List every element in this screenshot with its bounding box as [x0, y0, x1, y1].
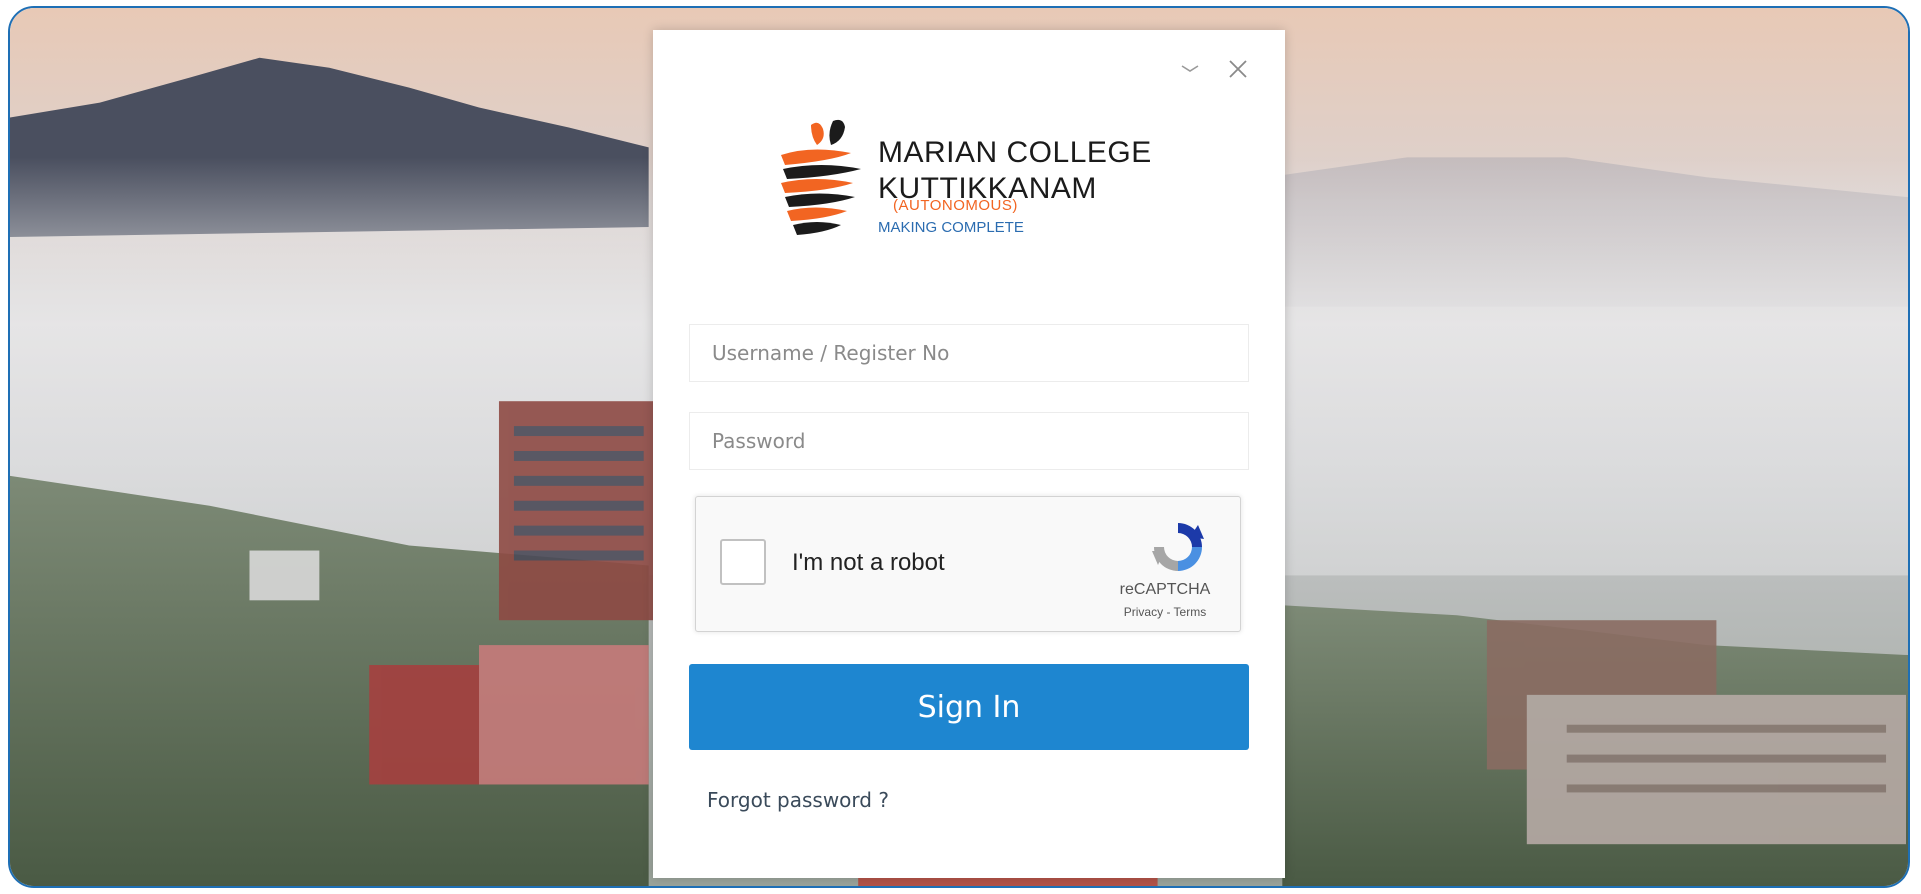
recaptcha-privacy-terms[interactable]: Privacy - Terms	[1110, 605, 1220, 619]
logo-tagline: MAKING COMPLETE	[878, 219, 1024, 236]
logo-college-name: MARIAN COLLEGE	[878, 136, 1152, 169]
logo-autonomous: (AUTONOMOUS)	[893, 197, 1018, 214]
forgot-password-link[interactable]: Forgot password ?	[707, 788, 889, 812]
chevron-down-icon[interactable]	[1177, 56, 1203, 82]
password-input[interactable]	[689, 412, 1249, 470]
recaptcha-label: I'm not a robot	[792, 549, 945, 576]
logo-emblem-icon	[781, 119, 861, 235]
close-icon[interactable]	[1225, 56, 1251, 82]
login-panel: MARIAN COLLEGE KUTTIKKANAM (AUTONOMOUS) …	[653, 30, 1285, 878]
browser-frame: MARIAN COLLEGE KUTTIKKANAM (AUTONOMOUS) …	[8, 6, 1910, 888]
college-logo: MARIAN COLLEGE KUTTIKKANAM (AUTONOMOUS) …	[771, 115, 1191, 255]
recaptcha-checkbox[interactable]	[720, 539, 766, 585]
recaptcha-widget: I'm not a robot reCAPTCHA Privacy - Term…	[695, 496, 1241, 632]
username-input[interactable]	[689, 324, 1249, 382]
window-controls	[1177, 56, 1251, 82]
recaptcha-brand: reCAPTCHA	[1119, 581, 1211, 598]
recaptcha-icon	[1152, 523, 1204, 571]
sign-in-button[interactable]: Sign In	[689, 664, 1249, 750]
